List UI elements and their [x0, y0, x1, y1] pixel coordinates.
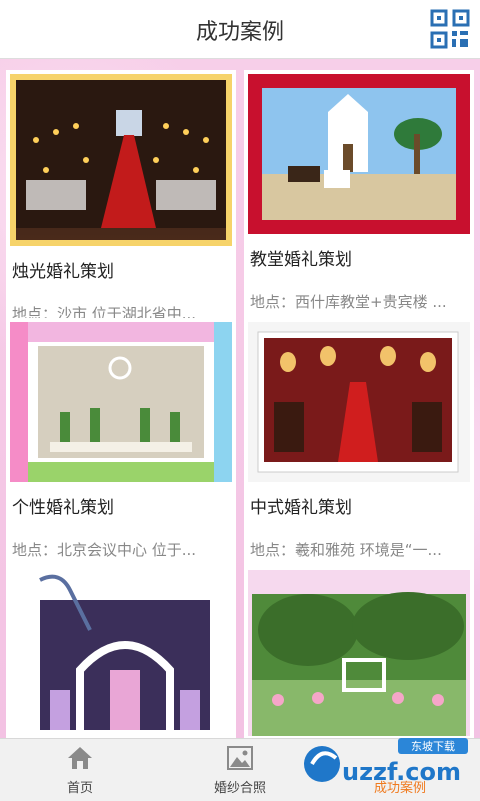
case-title: 教堂婚礼策划 [250, 250, 352, 270]
tab-wedding-photos-label: 婚纱合照 [213, 781, 266, 796]
chinese-wedding-illustration [248, 322, 470, 482]
case-photo-arch [10, 570, 232, 736]
tab-home[interactable]: 首页 [0, 739, 160, 801]
case-photo-candlelight [10, 74, 232, 246]
page-title: 成功案例 [195, 20, 284, 45]
personality-illustration [10, 322, 232, 482]
case-location: 地点：北京会议中心 位于... [12, 541, 197, 559]
case-card[interactable]: 个性婚礼策划 地点：北京会议中心 位于... [6, 318, 236, 570]
church-illustration [248, 74, 470, 234]
image-icon [227, 746, 253, 770]
home-icon [68, 747, 92, 769]
case-card[interactable]: 中式婚礼策划 地点：羲和雅苑 环境是“一... [244, 318, 474, 570]
case-photo-personality [10, 322, 232, 482]
case-title: 烛光婚礼策划 [12, 262, 114, 282]
tab-home-label: 首页 [66, 781, 93, 796]
case-card[interactable] [6, 566, 236, 738]
garden-illustration [248, 570, 470, 736]
case-photo-church [248, 74, 470, 234]
svg-text:东坡下载: 东坡下载 [411, 740, 455, 753]
case-location: 地点：羲和雅苑 环境是“一... [250, 541, 442, 559]
case-card[interactable]: 教堂婚礼策划 地点：西什库教堂+贵宾楼 ... [244, 70, 474, 322]
case-title: 中式婚礼策划 [250, 498, 352, 518]
case-location: 地点：西什库教堂+贵宾楼 ... [250, 293, 447, 311]
case-card[interactable] [244, 566, 474, 738]
case-photo-garden [248, 570, 470, 736]
qr-code-icon[interactable] [430, 9, 470, 49]
case-title: 个性婚礼策划 [12, 498, 114, 518]
candlelight-illustration [16, 80, 226, 228]
arch-illustration [10, 570, 232, 736]
svg-text:uzzf.com: uzzf.com [342, 758, 461, 786]
tab-wedding-photos[interactable]: 婚纱合照 [160, 739, 320, 801]
app-header: 成功案例 [0, 0, 480, 59]
case-card[interactable]: 烛光婚礼策划 地点：沙市 位于湖北省中... [6, 70, 236, 334]
case-photo-chinese [248, 322, 470, 482]
uzzf-watermark-logo: 东坡下载 uzzf.com [304, 738, 468, 786]
